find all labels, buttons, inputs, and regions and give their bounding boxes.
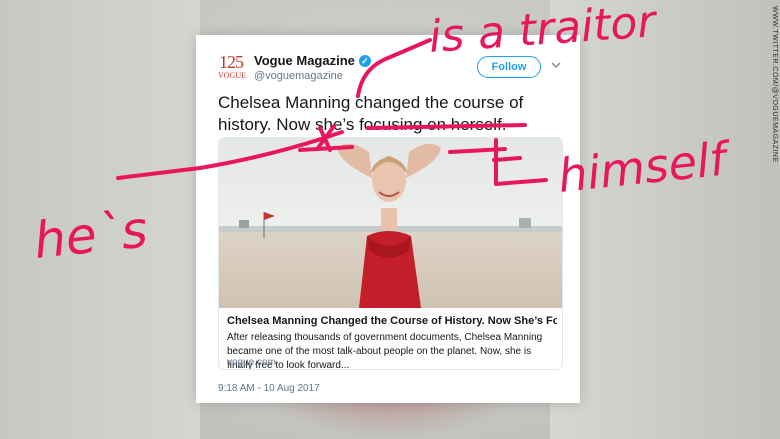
link-card[interactable]: Chelsea Manning Changed the Course of Hi… [218,137,563,370]
card-title[interactable]: Chelsea Manning Changed the Course of Hi… [227,315,557,327]
follow-button[interactable]: Follow [477,56,541,78]
card-domain[interactable]: vogue.com [227,357,276,368]
logo-number: 125 [219,52,244,72]
verified-badge-icon: ✓ [358,54,371,67]
background-blur-right [550,0,780,439]
vogue-125-logo[interactable]: 125 VOGUE [218,52,246,81]
timestamp[interactable]: 9:18 AM - 10 Aug 2017 [218,383,320,394]
name-row: Vogue Magazine ✓ [254,53,371,68]
logo-word: VOGUE [218,71,246,80]
handle[interactable]: @voguemagazine [254,70,343,82]
watermark: WWW.TWITTER.COM/@VOGUEMAGAZINE [771,6,778,163]
chevron-down-icon[interactable] [550,59,562,71]
tweet-text: Chelsea Manning changed the course of hi… [218,93,524,134]
article-photo [219,138,562,308]
tweet-card: 125 VOGUE Vogue Magazine ✓ @voguemagazin… [196,35,580,403]
background-blur-left [0,0,200,439]
display-name[interactable]: Vogue Magazine [254,53,355,68]
card-description: After releasing thousands of government … [227,332,543,370]
